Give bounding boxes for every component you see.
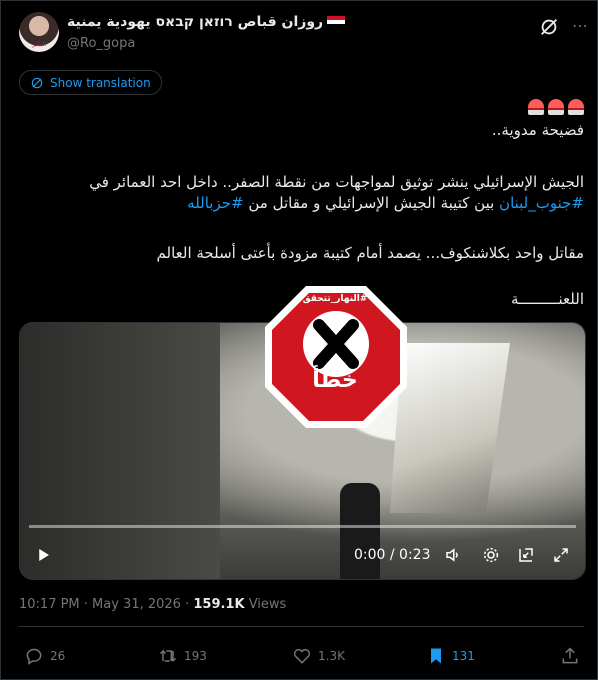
grok-icon[interactable]	[538, 16, 560, 38]
author-name-row[interactable]: روزان قباص רוזאן קבאס يهودية يمنية	[67, 14, 346, 30]
show-translation-button[interactable]: Show translation	[19, 70, 162, 95]
post-meta: 10:17 PM · May 31, 2026 · 159.1K Views	[19, 597, 286, 612]
stamp-hashtag: #النهار_تتحقق	[302, 294, 368, 304]
repost-icon	[159, 649, 177, 662]
author-handle[interactable]: @Ro_gopa	[67, 36, 135, 51]
video-wall	[20, 323, 220, 579]
author-name[interactable]: روزان قباص רוזאן קבאס يهودية يمنية	[67, 14, 323, 30]
stamp-false-word: خطأ	[312, 368, 358, 393]
like-button[interactable]: 1.3K	[292, 646, 345, 666]
like-count: 1.3K	[318, 649, 345, 663]
reply-icon	[26, 648, 42, 665]
post-line-1: فضيحة مدوية..	[491, 121, 584, 139]
hashtag-south-lebanon[interactable]: #جنوب_لبنان	[499, 194, 584, 212]
post-line-2: الجيش الإسرائيلي ينشر توثيق لمواجهات من …	[89, 173, 584, 191]
share-icon	[562, 647, 578, 664]
fullscreen-icon	[554, 548, 568, 562]
post-line-3-text: بين كتيبة الجيش الإسرائيلي و مقاتل من	[243, 194, 500, 212]
fact-check-false-stamp	[265, 286, 407, 428]
post-line-4: مقاتل واحد بكلاشنكوف... يصمد أمام كتيبة …	[156, 244, 584, 262]
translate-icon	[31, 77, 43, 88]
gear-icon	[483, 547, 499, 563]
hashtag-hezbollah[interactable]: #حزبالله	[187, 194, 243, 212]
video-soldier	[340, 483, 380, 579]
post-timestamp[interactable]: 10:17 PM · May 31, 2026 ·	[19, 597, 193, 612]
divider	[19, 626, 584, 627]
bookmark-count: 131	[452, 649, 475, 663]
siren-icon	[528, 98, 544, 115]
avatar-tag: التيلير	[32, 41, 47, 48]
video-time: 0:00 / 0:23	[354, 547, 431, 563]
reply-count: 26	[50, 649, 66, 663]
post-line-3: #جنوب_لبنان بين كتيبة الجيش الإسرائيلي و…	[19, 193, 584, 213]
reply-button[interactable]: 26	[24, 646, 65, 666]
views-count: 159.1K	[193, 597, 245, 612]
more-options-icon[interactable]: ⋯	[570, 16, 590, 36]
avatar[interactable]: التيلير	[19, 12, 59, 52]
bookmark-button[interactable]: 131	[426, 646, 475, 666]
pip-icon	[519, 548, 533, 562]
picture-in-picture-button[interactable]	[517, 545, 535, 565]
siren-icon	[568, 98, 584, 115]
settings-button[interactable]	[482, 545, 500, 565]
show-translation-label: Show translation	[50, 75, 151, 90]
share-button[interactable]	[560, 646, 580, 666]
heart-icon	[293, 648, 311, 664]
video-progress-bar[interactable]	[29, 525, 576, 528]
bookmark-icon	[431, 648, 441, 664]
repost-button[interactable]: 193	[158, 646, 207, 666]
views-label: Views	[244, 597, 287, 612]
play-icon	[39, 549, 49, 561]
siren-emojis	[19, 96, 584, 116]
siren-icon	[548, 98, 564, 115]
volume-button[interactable]	[444, 545, 462, 565]
fullscreen-button[interactable]	[552, 545, 570, 565]
volume-icon	[446, 548, 458, 562]
yemen-flag-icon	[327, 16, 346, 28]
play-button[interactable]	[34, 545, 52, 565]
repost-count: 193	[184, 649, 207, 663]
